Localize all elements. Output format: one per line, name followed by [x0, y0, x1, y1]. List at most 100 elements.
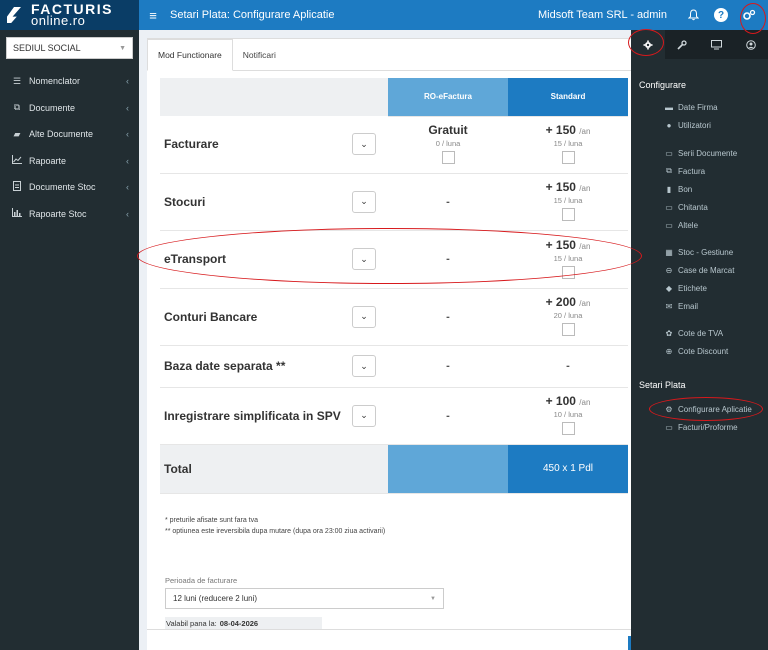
- menu-item-email[interactable]: ✉ Email: [663, 299, 698, 313]
- feature-row: Conturi Bancare ⌄ - + 200 /an 20 / luna: [160, 288, 628, 346]
- location-select[interactable]: SEDIUL SOCIAL ▼: [6, 37, 133, 59]
- plan-header-ro-efactura: RO-eFactura: [388, 78, 508, 117]
- user-icon: ●: [666, 120, 672, 130]
- credit-card-icon: ▭: [665, 422, 673, 432]
- sidebar-item-rapoarte[interactable]: Rapoarte ‹: [0, 148, 139, 175]
- copy-icon: ⧉: [666, 166, 672, 175]
- sidebar-item-label: Nomenclator: [29, 76, 81, 87]
- std-monthly: 15 / luna: [553, 196, 583, 205]
- menu-item-facturi-proforme[interactable]: ▭ Facturi/Proforme: [663, 420, 738, 434]
- notes: * preturile afisate sunt fara tva ** opt…: [165, 515, 385, 537]
- menu-item-bon[interactable]: ▮ Bon: [663, 182, 692, 196]
- header-blank: [160, 78, 388, 116]
- feature-name: Facturare: [160, 116, 352, 174]
- ro-price: Gratuit: [428, 123, 468, 137]
- feature-dropdown-button[interactable]: ⌄: [352, 190, 376, 213]
- feature-name: Baza date separata **: [160, 345, 352, 388]
- feature-dropdown-button[interactable]: ⌄: [352, 404, 376, 427]
- wrench-icon[interactable]: [665, 30, 699, 59]
- feature-name: Conturi Bancare: [160, 288, 352, 346]
- company-user-label[interactable]: Midsoft Team SRL - admin: [538, 9, 667, 21]
- plans-header-row: RO-eFactura Standard: [160, 78, 628, 117]
- receipt-icon: ▮: [666, 184, 672, 194]
- hamburger-icon[interactable]: ≡: [142, 8, 164, 23]
- tab-mod-functionare[interactable]: Mod Functionare: [147, 39, 233, 71]
- menu-item-chitanta[interactable]: ▭ Chitanta: [663, 200, 708, 214]
- sidebar-item-nomenclator[interactable]: ☰ Nomenclator ‹: [0, 68, 139, 95]
- location-select-value: SEDIUL SOCIAL: [13, 43, 81, 53]
- menu-item-label: Facturi/Proforme: [678, 422, 738, 432]
- menu-item-label: Cote de TVA: [678, 328, 724, 338]
- highlight-cogs-icon: [740, 3, 766, 34]
- std-checkbox[interactable]: [561, 208, 575, 221]
- std-price: + 100: [545, 394, 576, 408]
- menu-item-date-firma[interactable]: ▬ Date Firma: [663, 100, 718, 114]
- std-monthly: 10 / luna: [553, 410, 583, 419]
- period-select[interactable]: 12 luni (reducere 2 luni) ▼: [165, 588, 444, 609]
- std-price: + 150: [545, 180, 576, 194]
- logo-mark-icon: [7, 4, 25, 26]
- highlight-etransport: [137, 228, 642, 284]
- user-circle-icon[interactable]: [734, 30, 768, 59]
- chevron-left-icon: ‹: [126, 155, 129, 166]
- list-icon: ☰: [12, 75, 22, 86]
- chevron-left-icon: ‹: [126, 129, 129, 140]
- menu-item-case-de-marcat[interactable]: ⊖ Case de Marcat: [663, 263, 735, 277]
- std-cell: + 200 /an 20 / luna: [508, 288, 628, 346]
- menu-item-label: Factura: [678, 166, 706, 176]
- chevron-down-icon: ⌄: [360, 410, 368, 420]
- period-label: Perioada de facturare: [165, 576, 238, 585]
- chevron-down-icon: ⌄: [360, 138, 368, 149]
- tab-notificari[interactable]: Notificari: [233, 39, 286, 70]
- menu-item-label: Date Firma: [678, 102, 718, 112]
- chevron-left-icon: ‹: [126, 208, 129, 219]
- std-checkbox[interactable]: [561, 422, 575, 435]
- ro-checkbox[interactable]: [441, 151, 455, 164]
- std-checkbox[interactable]: [561, 323, 575, 336]
- ro-dash: -: [446, 310, 450, 323]
- main-panel: Mod Functionare Notificari RO-eFactura S…: [147, 38, 631, 650]
- menu-item-serii-documente[interactable]: ▭ Serii Documente: [663, 146, 737, 160]
- feature-dropdown-button[interactable]: ⌄: [352, 133, 376, 156]
- std-per: /an: [579, 299, 591, 308]
- menu-item-cote-de-tva[interactable]: ✿ Cote de TVA: [663, 326, 723, 340]
- sidebar-item-label: Rapoarte Stoc: [29, 208, 87, 219]
- valid-until-label: Valabil pana la:: [166, 619, 217, 628]
- plans-table: RO-eFactura Standard Facturare ⌄ Gratuit…: [160, 78, 628, 494]
- total-ro-cell: [388, 444, 508, 494]
- total-value: 450 x 1 Pdl: [508, 444, 628, 494]
- line-chart-icon: [11, 155, 23, 166]
- menu-item-label: Serii Documente: [678, 148, 738, 158]
- menu-item-label: Email: [678, 301, 699, 311]
- help-icon[interactable]: ?: [710, 4, 732, 26]
- sidebar-item-alte-documente[interactable]: ▰ Alte Documente ‹: [0, 121, 139, 148]
- sidebar-item-documente[interactable]: ⧉ Documente ‹: [0, 95, 139, 122]
- sidebar-item-documente-stoc[interactable]: Documente Stoc ‹: [0, 174, 139, 201]
- file-icon: [11, 181, 23, 193]
- page-title: Setari Plata: Configurare Aplicatie: [170, 9, 335, 21]
- feature-dropdown-button[interactable]: ⌄: [352, 305, 376, 328]
- menu-item-altele[interactable]: ▭ Altele: [663, 218, 698, 232]
- logo[interactable]: FACTURIS online.ro: [0, 0, 139, 30]
- std-cell: + 100 /an 10 / luna: [508, 387, 628, 445]
- menu-item-cote-discount[interactable]: ⊕ Cote Discount: [663, 344, 729, 358]
- std-checkbox[interactable]: [561, 151, 575, 164]
- file-text-icon: ▭: [665, 148, 673, 158]
- feature-row: Stocuri ⌄ - + 150 /an 15 / luna: [160, 173, 628, 231]
- section-title-setari-plata: Setari Plata: [639, 380, 686, 390]
- chevron-left-icon: ‹: [126, 182, 129, 193]
- menu-item-factura[interactable]: ⧉ Factura: [663, 164, 705, 178]
- menu-item-stoc-gestiune[interactable]: ▦ Stoc - Gestiune: [663, 245, 733, 259]
- period-select-value: 12 luni (reducere 2 luni): [173, 594, 258, 603]
- menu-item-etichete[interactable]: ◆ Etichete: [663, 281, 707, 295]
- monitor-icon[interactable]: [700, 30, 734, 59]
- bell-icon[interactable]: [682, 4, 704, 26]
- search-icon: ⊕: [665, 346, 673, 356]
- bar-chart-icon: [11, 208, 23, 219]
- folder-icon: ▰: [13, 128, 21, 139]
- menu-item-label: Utilizatori: [678, 120, 711, 130]
- menu-item-utilizatori[interactable]: ● Utilizatori: [663, 118, 711, 132]
- chevron-down-icon: ⌄: [360, 196, 368, 206]
- feature-dropdown-button[interactable]: ⌄: [352, 355, 376, 377]
- sidebar-item-rapoarte-stoc[interactable]: Rapoarte Stoc ‹: [0, 201, 139, 228]
